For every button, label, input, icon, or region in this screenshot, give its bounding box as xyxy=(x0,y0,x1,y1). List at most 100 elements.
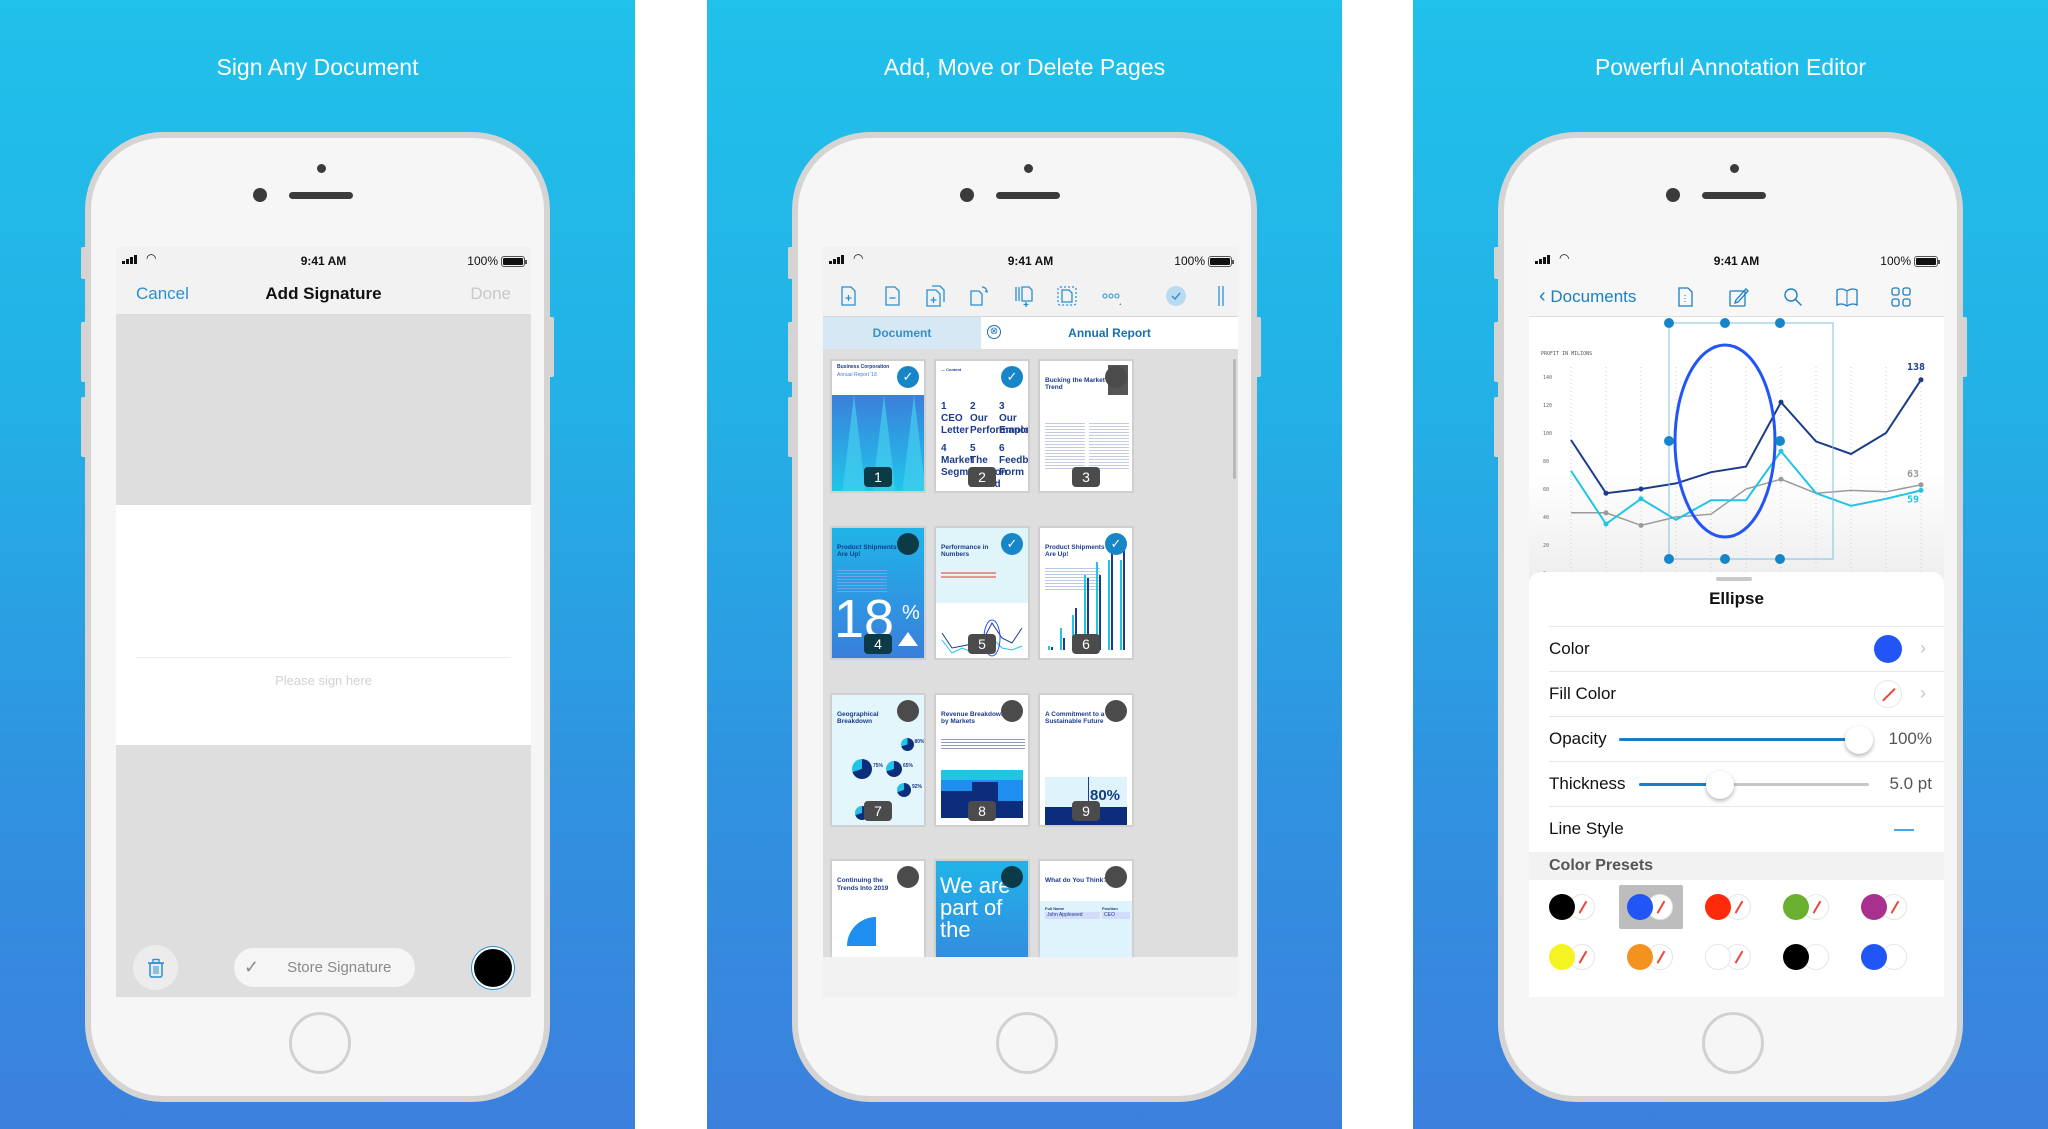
page-thumbnail[interactable]: Revenue Breakdown by Markets 8 xyxy=(934,692,1030,827)
no-fill-slash-icon xyxy=(1578,950,1587,964)
insert-page-icon[interactable] xyxy=(1012,285,1034,307)
select-page-icon[interactable] xyxy=(1056,285,1078,307)
color-preset[interactable] xyxy=(1783,894,1833,928)
duplicate-page-icon[interactable] xyxy=(924,285,946,307)
page-subtitle: Annual Report '18 xyxy=(837,372,877,378)
unselected-circle-icon[interactable] xyxy=(1001,699,1023,722)
close-tab-icon[interactable]: ⊗ xyxy=(987,325,1001,339)
color-preset[interactable] xyxy=(1705,944,1755,978)
fill-color-label: Fill Color xyxy=(1549,684,1617,703)
page-thumbnail[interactable]: A Commitment to a Sustainable Future 80% 9 xyxy=(1038,692,1134,827)
document-icon[interactable] xyxy=(1674,286,1696,308)
opacity-label: Opacity xyxy=(1549,729,1607,748)
color-preset[interactable] xyxy=(1783,944,1833,978)
tab-label: Annual Report xyxy=(1068,326,1151,340)
page-thumbnail[interactable]: Geographical Breakdown80%75%65%92%60%7 xyxy=(830,692,926,827)
selected-check-icon[interactable]: ✓ xyxy=(897,366,919,388)
phone-frame: ◠ 9:41 AM 100% Cancel Add Signature Done… xyxy=(81,132,554,1102)
y-axis-label: PROFIT IN MILIONS xyxy=(1541,351,1592,357)
data-point xyxy=(1778,399,1784,405)
unselected-circle-icon[interactable] xyxy=(897,866,919,889)
color-preset[interactable] xyxy=(1861,944,1911,978)
sidebar-toggle-icon[interactable] xyxy=(1211,285,1233,307)
back-button[interactable]: ‹ Documents xyxy=(1539,285,1636,308)
selected-check-icon[interactable]: ✓ xyxy=(1001,532,1023,555)
unselected-circle-icon[interactable] xyxy=(1105,366,1127,388)
unselected-circle-icon[interactable] xyxy=(897,532,919,555)
pie-marker xyxy=(852,758,872,779)
data-point xyxy=(1778,448,1784,454)
color-preset[interactable] xyxy=(1549,894,1599,928)
book-icon[interactable] xyxy=(1836,286,1858,308)
selected-check-icon[interactable]: ✓ xyxy=(1105,532,1127,555)
data-point xyxy=(1638,486,1644,492)
selected-check-icon[interactable]: ✓ xyxy=(1001,366,1023,388)
more-icon[interactable] xyxy=(1100,285,1122,307)
home-button xyxy=(1702,1012,1764,1074)
page-number: 7 xyxy=(864,800,892,821)
scrollbar[interactable] xyxy=(1233,359,1236,479)
search-icon[interactable] xyxy=(1782,286,1804,308)
signature-hint: Please sign here xyxy=(275,673,372,688)
page-thumbnail[interactable]: Product Shipments Are Up! ✓ 6 xyxy=(1038,525,1134,660)
status-bar: ◠ 9:41 AM 100% xyxy=(823,247,1238,275)
page-thumbnail[interactable]: — Content 1 CEO Letter 2 Our Performance 3 … xyxy=(934,359,1030,493)
screen: ◠ 9:41 AM 100% ‹ Documents PROFIT IN MIL… xyxy=(1529,247,1944,997)
battery-icon xyxy=(1914,256,1940,267)
chevron-right-icon: › xyxy=(1920,683,1926,703)
page-thumbnail[interactable]: Bucking the Market Trend 3 xyxy=(1038,359,1134,493)
no-fill-slash-icon xyxy=(1656,950,1665,964)
fill-color-row[interactable]: Fill Color › xyxy=(1549,671,1944,716)
preset-stroke-swatch xyxy=(1627,944,1653,970)
page-title-text: Bucking the Market Trend xyxy=(1045,377,1105,392)
edit-pencil-icon[interactable] xyxy=(1728,286,1750,308)
pen-color-button[interactable] xyxy=(472,947,514,989)
done-button[interactable]: Done xyxy=(470,284,511,304)
volume-up-button xyxy=(81,322,87,382)
earpiece-speaker xyxy=(1702,192,1766,199)
toc-item: 3 Our Employees xyxy=(999,401,1030,436)
signature-pad[interactable]: Please sign here xyxy=(116,505,531,745)
series-line-dark xyxy=(1570,379,1922,495)
line-chart: PROFIT IN MILIONS14012010080604020063591… xyxy=(1541,318,1925,577)
tab-document[interactable]: Document xyxy=(823,317,981,349)
clear-signature-button[interactable] xyxy=(133,945,178,990)
grid-icon[interactable] xyxy=(1890,286,1912,308)
page-thumbnail[interactable]: Performance in NumbersPerformance in Num… xyxy=(934,525,1030,660)
page-thumbnail[interactable]: Business Corporation Annual Report '18 ✓ 1 xyxy=(830,359,926,493)
position-field[interactable]: CEO xyxy=(1102,912,1130,920)
color-preset[interactable] xyxy=(1549,944,1599,978)
line-style-row[interactable]: Line Style xyxy=(1549,806,1944,851)
store-signature-button[interactable]: ✓ Store Signature xyxy=(234,948,415,987)
opacity-slider-fill xyxy=(1619,738,1859,741)
signature-controls: ✓ Store Signature xyxy=(116,745,531,997)
page-section: — Content xyxy=(941,367,962,372)
remove-page-icon[interactable] xyxy=(881,285,903,307)
page-thumbnail[interactable]: Product Shipments Are Up! 18% 4 xyxy=(830,525,926,660)
unselected-circle-icon[interactable] xyxy=(1105,866,1127,889)
unselected-circle-icon[interactable] xyxy=(897,699,919,722)
color-preset[interactable] xyxy=(1627,944,1677,978)
color-row[interactable]: Color › xyxy=(1549,626,1944,671)
unselected-circle-icon[interactable] xyxy=(1105,699,1127,722)
opacity-slider-knob[interactable] xyxy=(1845,726,1873,754)
trash-icon xyxy=(147,958,164,978)
panel-title: Add, Move or Delete Pages xyxy=(883,54,1166,80)
preset-stroke-swatch xyxy=(1549,894,1575,920)
rotate-page-icon[interactable] xyxy=(968,285,990,307)
color-preset[interactable] xyxy=(1619,885,1683,929)
sheet-grabber[interactable] xyxy=(1716,577,1752,581)
thickness-slider-knob[interactable] xyxy=(1705,771,1734,799)
done-check-icon[interactable] xyxy=(1165,285,1187,307)
line-style-label: Line Style xyxy=(1549,819,1624,838)
no-fill-slash-icon xyxy=(1734,950,1743,964)
tab-annual-report[interactable]: ⊗ Annual Report xyxy=(981,317,1238,349)
preset-stroke-swatch xyxy=(1861,894,1887,920)
color-preset[interactable] xyxy=(1705,894,1755,928)
name-field[interactable]: John Appleseed xyxy=(1045,912,1100,920)
battery-percent: 100% xyxy=(1174,254,1205,268)
add-page-icon[interactable] xyxy=(837,285,859,307)
color-preset[interactable] xyxy=(1861,894,1911,928)
no-fill-slash-icon xyxy=(1890,900,1899,914)
stat-label: 92% xyxy=(912,783,923,790)
